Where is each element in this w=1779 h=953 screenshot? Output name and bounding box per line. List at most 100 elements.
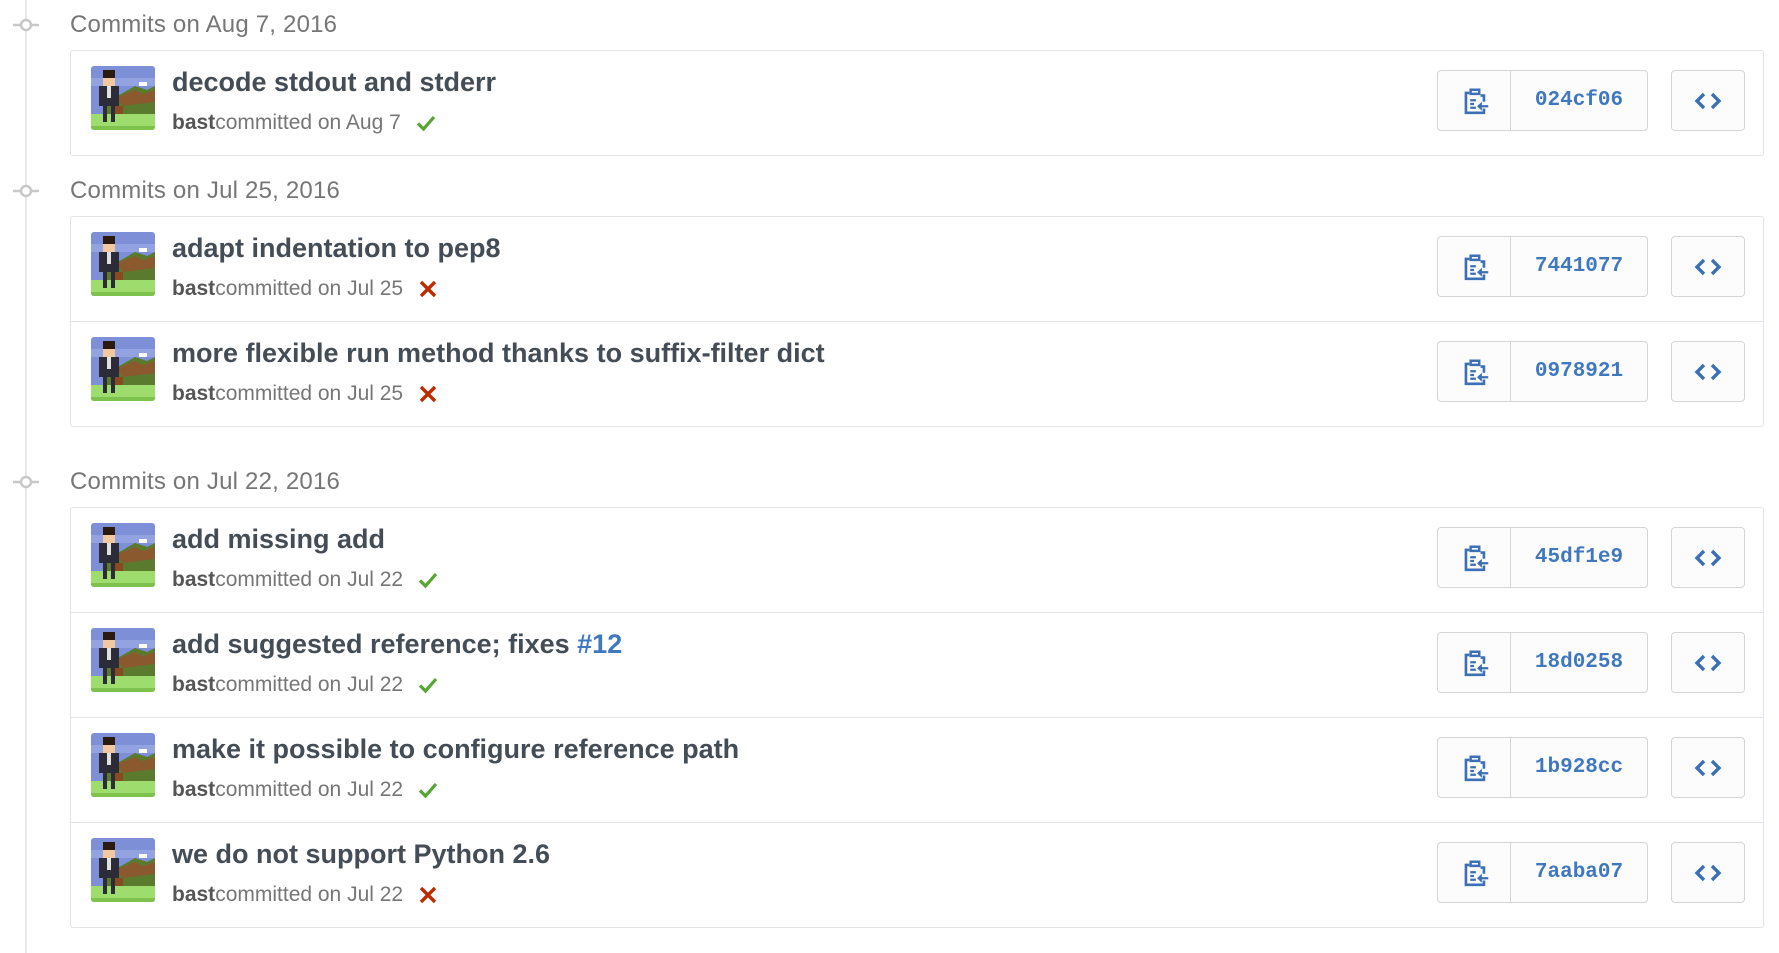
check-icon[interactable] — [417, 779, 439, 801]
avatar[interactable] — [91, 733, 155, 797]
commit-author[interactable]: bast — [172, 883, 215, 907]
commit-author[interactable]: bast — [172, 568, 215, 592]
commit-title[interactable]: make it possible to configure reference … — [172, 734, 739, 765]
x-icon[interactable] — [417, 383, 439, 405]
sha-button-group: 18d0258 — [1437, 632, 1648, 693]
commit-message[interactable]: add missing add — [172, 524, 385, 554]
avatar[interactable] — [91, 523, 155, 587]
commit-row: add suggested reference; fixes #12 bast … — [71, 612, 1763, 717]
commit-title[interactable]: more flexible run method thanks to suffi… — [172, 338, 825, 369]
commit-meta: bast committed on Aug 7 — [172, 111, 437, 135]
git-commit-icon — [13, 475, 39, 489]
commit-date: committed on Jul 22 — [215, 673, 404, 696]
browse-files-button[interactable] — [1671, 70, 1745, 131]
sha-button-group: 7aaba07 — [1437, 842, 1648, 903]
commit-list: decode stdout and stderr bast committed … — [70, 50, 1764, 156]
browse-files-button[interactable] — [1671, 737, 1745, 798]
browse-files-button[interactable] — [1671, 236, 1745, 297]
copy-sha-button[interactable] — [1438, 71, 1511, 130]
commit-date: committed on Jul 25 — [215, 277, 404, 300]
commit-group: Commits on Jul 25, 2016 adapt indentatio… — [0, 166, 1779, 427]
commit-sha-button[interactable]: 1b928cc — [1511, 738, 1647, 797]
copy-sha-button[interactable] — [1438, 528, 1511, 587]
code-icon — [1694, 864, 1722, 881]
commit-sha-button[interactable]: 7aaba07 — [1511, 843, 1647, 902]
commit-title[interactable]: adapt indentation to pep8 — [172, 233, 501, 264]
browse-files-button[interactable] — [1671, 527, 1745, 588]
avatar-image — [91, 337, 155, 401]
commit-author[interactable]: bast — [172, 673, 215, 697]
commit-row: more flexible run method thanks to suffi… — [71, 321, 1763, 426]
commit-author[interactable]: bast — [172, 778, 215, 802]
commit-title[interactable]: add missing add — [172, 524, 385, 555]
commit-row: adapt indentation to pep8 bast committed… — [71, 217, 1763, 321]
commit-title[interactable]: we do not support Python 2.6 — [172, 839, 550, 870]
browse-files-button[interactable] — [1671, 341, 1745, 402]
code-icon — [1694, 258, 1722, 275]
sha-button-group: 1b928cc — [1437, 737, 1648, 798]
browse-files-button[interactable] — [1671, 842, 1745, 903]
commit-sha-button[interactable]: 45df1e9 — [1511, 528, 1647, 587]
clippy-icon — [1464, 88, 1489, 114]
check-icon[interactable] — [417, 569, 439, 591]
commit-sha-button[interactable]: 18d0258 — [1511, 633, 1647, 692]
commit-meta: bast committed on Jul 25 — [172, 382, 439, 406]
commit-group-header: Commits on Jul 22, 2016 — [0, 457, 1779, 507]
commit-date: committed on Jul 22 — [215, 568, 404, 591]
sha-button-group: 024cf06 — [1437, 70, 1648, 131]
commit-group: Commits on Jul 22, 2016 add missing add … — [0, 457, 1779, 928]
commit-title[interactable]: decode stdout and stderr — [172, 67, 496, 98]
commit-meta: bast committed on Jul 25 — [172, 277, 439, 301]
avatar-image — [91, 628, 155, 692]
copy-sha-button[interactable] — [1438, 738, 1511, 797]
avatar[interactable] — [91, 628, 155, 692]
sha-button-group: 45df1e9 — [1437, 527, 1648, 588]
commit-author[interactable]: bast — [172, 111, 215, 135]
commit-date: committed on Aug 7 — [215, 111, 401, 134]
commit-meta: bast committed on Jul 22 — [172, 778, 439, 802]
browse-files-button[interactable] — [1671, 632, 1745, 693]
clippy-icon — [1464, 545, 1489, 571]
clippy-icon — [1464, 860, 1489, 886]
commit-message[interactable]: more flexible run method thanks to suffi… — [172, 338, 825, 368]
x-icon[interactable] — [417, 884, 439, 906]
commit-title[interactable]: add suggested reference; fixes #12 — [172, 629, 622, 660]
check-icon[interactable] — [415, 112, 437, 134]
commit-group-header: Commits on Aug 7, 2016 — [0, 0, 1779, 50]
commit-message[interactable]: make it possible to configure reference … — [172, 734, 739, 764]
copy-sha-button[interactable] — [1438, 342, 1511, 401]
avatar[interactable] — [91, 337, 155, 401]
clippy-icon — [1464, 755, 1489, 781]
commit-meta: bast committed on Jul 22 — [172, 673, 439, 697]
check-icon[interactable] — [417, 674, 439, 696]
commit-author[interactable]: bast — [172, 277, 215, 301]
commit-meta: bast committed on Jul 22 — [172, 883, 439, 907]
sha-button-group: 7441077 — [1437, 236, 1648, 297]
clippy-icon — [1464, 650, 1489, 676]
avatar-image — [91, 838, 155, 902]
copy-sha-button[interactable] — [1438, 237, 1511, 296]
commit-sha-button[interactable]: 0978921 — [1511, 342, 1647, 401]
commit-date: committed on Jul 22 — [215, 778, 404, 801]
commit-row: add missing add bast committed on Jul 22… — [71, 508, 1763, 612]
code-icon — [1694, 654, 1722, 671]
copy-sha-button[interactable] — [1438, 633, 1511, 692]
copy-sha-button[interactable] — [1438, 843, 1511, 902]
x-icon[interactable] — [417, 278, 439, 300]
commit-message[interactable]: add suggested reference; fixes — [172, 629, 577, 659]
commit-sha-button[interactable]: 7441077 — [1511, 237, 1647, 296]
commit-message[interactable]: adapt indentation to pep8 — [172, 233, 501, 263]
commit-author[interactable]: bast — [172, 382, 215, 406]
commit-message[interactable]: decode stdout and stderr — [172, 67, 496, 97]
commit-sha-button[interactable]: 024cf06 — [1511, 71, 1647, 130]
avatar[interactable] — [91, 232, 155, 296]
issue-link[interactable]: #12 — [577, 629, 622, 659]
clippy-icon — [1464, 254, 1489, 280]
commit-row: we do not support Python 2.6 bast commit… — [71, 822, 1763, 927]
commit-message[interactable]: we do not support Python 2.6 — [172, 839, 550, 869]
avatar[interactable] — [91, 838, 155, 902]
avatar[interactable] — [91, 66, 155, 130]
code-icon — [1694, 549, 1722, 566]
code-icon — [1694, 759, 1722, 776]
avatar-image — [91, 733, 155, 797]
